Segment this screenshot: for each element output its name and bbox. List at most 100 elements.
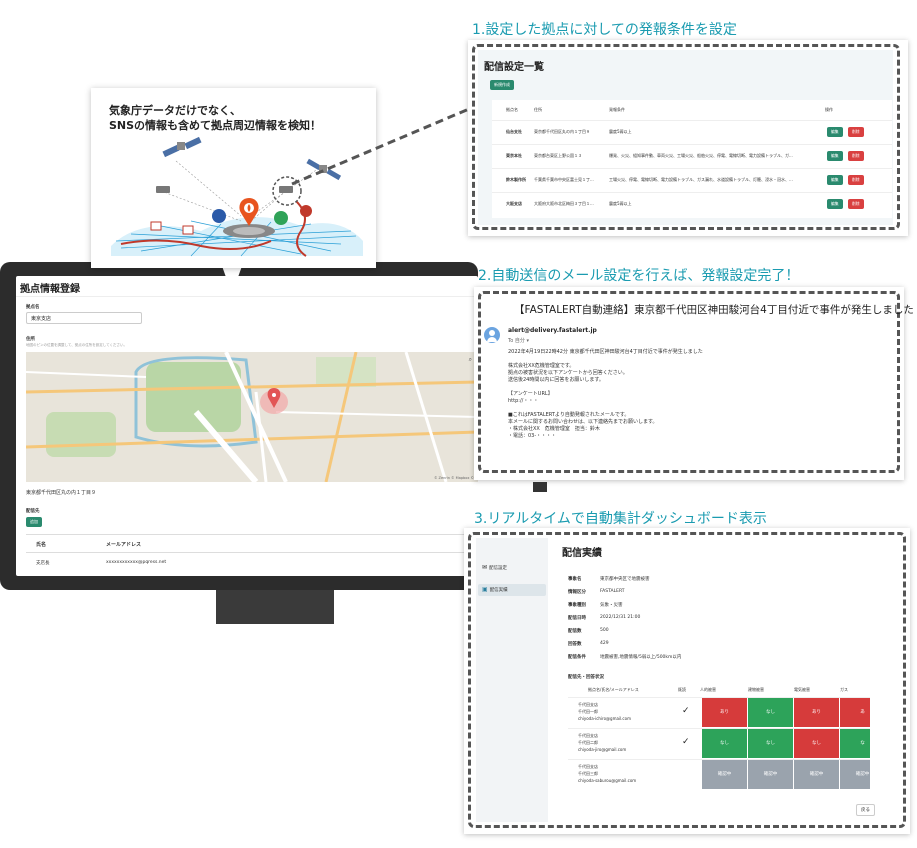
row-line: 千代田二郎 (578, 740, 598, 745)
mail-line (508, 405, 888, 412)
name-input[interactable]: 東京支店 (26, 312, 142, 324)
mail-line: 2022年4月19日22時42分 東京都千代田区神田駿河台4丁目付近で事件が発生… (508, 349, 703, 355)
step1-heading: 1.設定した拠点に対しての発報条件を設定 (472, 22, 737, 38)
status-cell: 確認中 (748, 760, 793, 789)
row-name: 鈴木製作所 (506, 177, 526, 182)
row-cond: 工場火災、停電、電線切断、電力設備トラブル、ガス漏れ、水道設備トラブル、灯籠、浸… (609, 177, 793, 182)
status-cell: なし (794, 729, 839, 758)
delete-button[interactable]: 削除 (848, 199, 864, 209)
step1-title: 配信設定一覧 (484, 62, 544, 73)
sidebar-item-label: 配信実績 (489, 588, 508, 593)
back-button[interactable]: 戻る (856, 804, 875, 816)
mail-line: http://・・・ (508, 398, 539, 404)
location-hint: 地図のピンの位置を調整して、拠点の住所を設定してください。 (26, 343, 128, 347)
add-dest-button[interactable]: 追加 (26, 517, 42, 527)
status-cell: あり (794, 698, 839, 727)
row-line: 千代田支店 (578, 702, 598, 707)
location-label: 住所 (26, 337, 35, 342)
table-row: 千代田支店 千代田一郎 chiyoda-ichiro@gmail.com ✓ あり… (568, 697, 870, 727)
satellite-icon-left (162, 136, 202, 158)
callout-line-1: 気象庁データだけでなく、 (109, 104, 241, 117)
status-cell: 確認中 (794, 760, 839, 789)
status-cell: 確認中 (702, 760, 747, 789)
detail-value: 500 (600, 628, 609, 633)
map[interactable]: ⌕ © Zenrin © Mapbox © (26, 352, 478, 482)
section-title: 配信先・回答状況 (568, 675, 604, 680)
row-line: chiyoda-saburou@gmail.com (578, 778, 637, 783)
sidebar-item-results[interactable]: ▣ 配信実績 (478, 584, 546, 596)
status-cell: 確認中 (840, 760, 870, 789)
mail-line: 送信後24時間以内に回答をお願いします。 (508, 377, 604, 383)
s1-col-address: 住所 (534, 107, 542, 112)
col-header: 人的被害 (700, 687, 716, 692)
step3-panel: ✉ 配信設定 ▣ 配信実績 配信実績 事象名 東京都中央区で地震被害情報区分 F… (464, 528, 910, 834)
delete-button[interactable]: 削除 (848, 127, 864, 137)
row-line: 千代田一郎 (578, 709, 598, 714)
mail-icon: ✉ (482, 564, 488, 571)
table-row: 千代田支店 千代田二郎 chiyoda-jiro@gmail.com ✓ なし なし… (568, 728, 870, 758)
avatar (484, 327, 500, 343)
detail-key: 事象名 (568, 577, 582, 582)
detail-value: 東京都中央区で地震被害 (600, 577, 650, 582)
new-button[interactable]: 新規作成 (490, 80, 514, 90)
address-text: 東京都千代田区丸の内１丁目９ (26, 490, 97, 496)
step3-title: 配信実績 (562, 548, 602, 559)
table-row: 千代田支店 千代田三郎 chiyoda-saburou@gmail.com 確認… (568, 759, 870, 789)
mail-line: 本メールに関するお問い合わせは、以下連絡先までお願いします。 (508, 419, 658, 425)
dest-label: 配信先 (26, 509, 40, 514)
step1-panel: 配信設定一覧 新規作成 拠点名 住所 発報条件 操作 仙台支社 東京都千代田区丸… (468, 40, 908, 236)
status-cell: あ (840, 698, 870, 727)
status-cell: なし (702, 729, 747, 758)
mail-line: ■これはFASTALERTより自動発報されたメールです。 (508, 412, 630, 418)
mail-line (508, 384, 888, 391)
detail-value: 気象・災害 (600, 603, 623, 608)
table-row: 大阪支店 大阪府大阪市北区梅田３丁目１... 震度5弱以上 編集 削除 (492, 192, 892, 214)
detail-key: 回答数 (568, 642, 582, 647)
mail-body: 2022年4月19日22時42分 東京都千代田区神田駿河台4丁目付近で事件が発生… (508, 349, 888, 440)
read-check-icon: ✓ (682, 706, 690, 716)
detail-key: 情報区分 (568, 590, 586, 595)
delete-button[interactable]: 削除 (848, 175, 864, 185)
sidebar-item-settings[interactable]: ✉ 配信設定 (482, 564, 507, 571)
detail-value: 429 (600, 641, 609, 646)
row-line: chiyoda-jiro@gmail.com (578, 747, 627, 752)
detail-key: 配信数 (568, 629, 582, 634)
detail-key: 配信日時 (568, 616, 586, 621)
mail-line: ・株式会社XX 危機管理室 担当：鈴木 (508, 426, 600, 432)
row-line: 千代田三郎 (578, 771, 598, 776)
connector-stem (533, 482, 547, 492)
step2-heading: 2.自動送信のメール設定を行えば、発報設定完了！ (478, 268, 800, 284)
monitor-screen: 拠点情報登録 拠点名 東京支店 住所 地図のピンの位置を調整して、拠点の住所を設… (16, 276, 478, 576)
map-search-icon[interactable]: ⌕ (469, 356, 472, 364)
delete-button[interactable]: 削除 (848, 151, 864, 161)
detail-value: FASTALERT (600, 589, 625, 594)
s1-col-cond: 発報条件 (609, 107, 625, 112)
dest-row-name: 支店長 (36, 561, 50, 566)
row-address: 千葉県千葉市中央区富士見１丁... (534, 177, 594, 182)
mail-line: 株式会社XX危機管理室です。 (508, 363, 575, 369)
row-line: 千代田支店 (578, 733, 598, 738)
row-cond: 爆発、火災、組知事件動、車両火災、工場火災、船舶火災、停電、電線切断、電力設備ト… (609, 153, 793, 158)
edit-button[interactable]: 編集 (827, 175, 843, 185)
edit-button[interactable]: 編集 (827, 127, 843, 137)
edit-button[interactable]: 編集 (827, 151, 843, 161)
col-header: 既読 (678, 687, 686, 692)
col-header: 建物被害 (748, 687, 764, 692)
edit-button[interactable]: 編集 (827, 199, 843, 209)
col-name: 氏名 (36, 542, 47, 548)
map-attribution: © Zenrin © Mapbox © (433, 476, 474, 480)
status-cell: なし (748, 698, 793, 727)
mail-subject: 【FASTALERT自動連絡】東京都千代田区神田駿河台4丁目付近で事件が発生しま… (514, 304, 914, 316)
sidebar: ✉ 配信設定 ▣ 配信実績 (476, 538, 548, 822)
details-card: 事象名 東京都中央区で地震被害情報区分 FASTALERT 事象種別 気象・災害配… (568, 568, 878, 668)
row-line: chiyoda-ichiro@gmail.com (578, 716, 631, 721)
row-name: 東京本社 (506, 153, 522, 158)
mail-to[interactable]: To 自分 ▾ (508, 337, 529, 344)
col-email: メールアドレス (106, 542, 142, 548)
col-header: 電気被害 (794, 687, 810, 692)
detail-key: 事象種別 (568, 603, 586, 608)
monitor-stand (216, 590, 334, 624)
mail-line: 拠点の被害状況を以下アンケートから回答ください。 (508, 370, 628, 376)
row-address: 東京都千代田区丸の内１丁目９ (534, 129, 590, 134)
s1-col-name: 拠点名 (506, 107, 518, 112)
